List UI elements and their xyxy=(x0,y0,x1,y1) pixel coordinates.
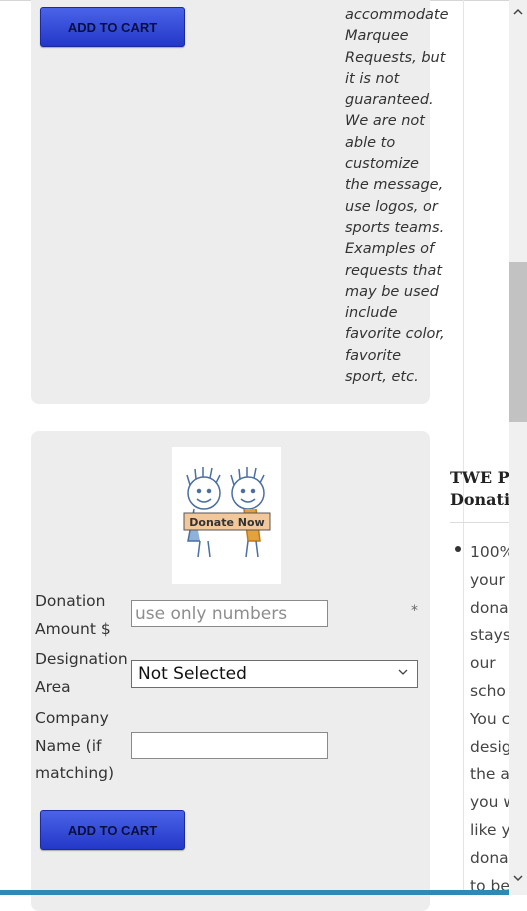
donate-now-text: Donate Now xyxy=(189,516,264,529)
description-line: use logos, or xyxy=(345,198,438,215)
chevron-down-icon xyxy=(398,669,408,675)
description-line: include xyxy=(345,305,398,322)
label-line: Donation xyxy=(35,592,106,610)
sidebar-bullet-text: 100% your dona stays our scho You c desi… xyxy=(470,539,510,900)
label-line: Area xyxy=(35,677,71,696)
sidebar-title: TWE PTA Donation xyxy=(450,467,510,511)
title-line: Donation xyxy=(450,490,510,509)
bullet-line: dona xyxy=(470,598,509,617)
description-line: Requests, but xyxy=(345,49,446,66)
required-marker: * xyxy=(411,603,418,619)
bullet-line: dona xyxy=(470,848,509,867)
donate-now-image: Donate Now xyxy=(172,447,281,584)
label-line: Company xyxy=(35,709,109,727)
description-line: able to xyxy=(345,134,396,151)
description-line: guaranteed. xyxy=(345,92,434,109)
description-line: sports teams. xyxy=(345,219,445,236)
bullet-line: scho xyxy=(470,681,506,700)
bullet-line: You c xyxy=(470,709,510,728)
bullet-line: 100% xyxy=(470,543,510,561)
title-line: TWE PTA xyxy=(450,468,510,487)
scrollbar-thumb[interactable] xyxy=(509,262,527,422)
vertical-scrollbar[interactable] xyxy=(509,0,527,895)
horizontal-scrollbar-edge xyxy=(0,890,509,895)
designation-area-select[interactable]: Not Selected xyxy=(131,660,418,688)
description-line: We are not xyxy=(345,113,425,130)
label-line: Amount $ xyxy=(35,619,111,638)
company-name-label: Company Name (if matching) xyxy=(35,705,114,788)
designation-area-label: Designation Area xyxy=(35,646,128,701)
label-line: matching) xyxy=(35,764,115,782)
add-to-cart-button[interactable]: ADD TO CART xyxy=(40,7,185,47)
description-line: the message, xyxy=(345,177,444,194)
bullet-line: our xyxy=(470,654,496,673)
product-description: accommodate Marquee Requests, but it is … xyxy=(345,5,449,388)
add-to-cart-button-donation[interactable]: ADD TO CART xyxy=(40,810,185,850)
designation-selected-value: Not Selected xyxy=(138,664,247,684)
description-line: customize xyxy=(345,156,419,173)
donation-amount-input[interactable]: use only numbers xyxy=(131,600,328,627)
bullet-line: desig xyxy=(470,737,510,756)
bullet-line: like y xyxy=(470,820,510,839)
sidebar-divider xyxy=(450,522,510,523)
description-line: sport, etc. xyxy=(345,369,419,386)
description-line: favorite color, xyxy=(345,326,445,343)
bullet-line: your xyxy=(470,570,505,589)
scroll-up-arrow-icon[interactable] xyxy=(512,6,524,18)
description-line: favorite xyxy=(345,347,402,364)
label-line: Name (if xyxy=(35,736,102,755)
donation-amount-label: Donation Amount $ xyxy=(35,588,111,643)
description-line: requests that xyxy=(345,262,443,279)
column-divider xyxy=(463,0,464,895)
bullet-line: to be xyxy=(470,876,510,895)
bullet-line: you w xyxy=(470,793,510,812)
description-line: it is not xyxy=(345,70,400,87)
company-name-input[interactable] xyxy=(131,732,328,759)
bullet-line: the a xyxy=(470,765,510,784)
bullet-icon xyxy=(455,546,461,552)
description-line: Examples of xyxy=(345,241,435,258)
description-line: accommodate xyxy=(345,7,449,23)
description-line: Marquee xyxy=(345,28,409,45)
scroll-down-arrow-icon[interactable] xyxy=(512,872,524,884)
description-line: may be used xyxy=(345,283,439,300)
label-line: Designation xyxy=(35,650,128,668)
bullet-line: stays xyxy=(470,626,510,645)
